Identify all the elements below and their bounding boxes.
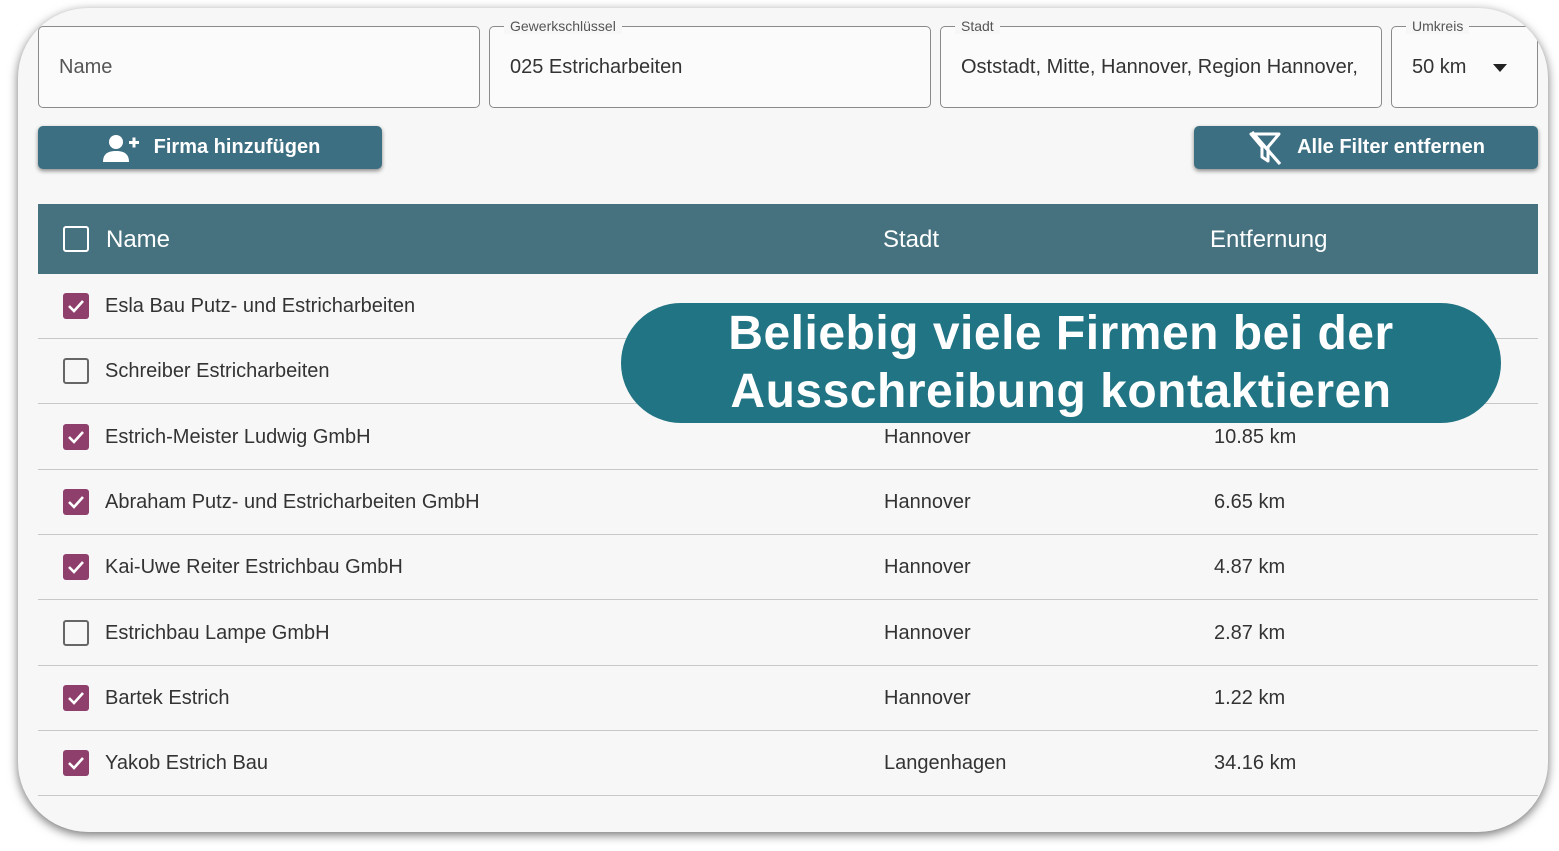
cell-company-name: Estrich-Meister Ludwig GmbH [105, 425, 371, 448]
column-header-name[interactable]: Name [106, 226, 170, 254]
promo-banner: Beliebig viele Firmen bei der Ausschreib… [621, 303, 1501, 423]
check-icon [68, 757, 84, 770]
table-row[interactable]: Yakob Estrich Bau Langenhagen 34.16 km [38, 731, 1538, 797]
city-field[interactable]: Stadt Oststadt, Mitte, Hannover, Region … [940, 18, 1382, 108]
row-checkbox[interactable] [63, 619, 89, 646]
table-row[interactable]: Estrichbau Lampe GmbH Hannover 2.87 km [38, 601, 1538, 666]
column-header-city[interactable]: Stadt [883, 226, 939, 254]
cell-distance: 1.22 km [1214, 686, 1286, 709]
cell-distance: 2.87 km [1214, 621, 1286, 644]
cell-company-name: Schreiber Estricharbeiten [105, 360, 330, 383]
table-row[interactable]: Kai-Uwe Reiter Estrichbau GmbH Hannover 4.… [38, 535, 1538, 601]
row-checkbox[interactable] [63, 750, 89, 777]
row-checkbox[interactable] [63, 488, 89, 515]
add-company-label: Firma hinzufügen [153, 136, 321, 158]
check-icon [68, 561, 84, 575]
trade-key-label: Gewerkschlüssel [504, 18, 622, 34]
name-filter-input[interactable]: Name [38, 26, 480, 108]
trade-key-field[interactable]: Gewerkschlüssel 025 Estricharbeiten [489, 18, 931, 108]
cell-city: Langenhagen [884, 752, 1007, 775]
add-company-button[interactable]: Firma hinzufügen [38, 126, 382, 169]
check-icon [68, 300, 84, 313]
banner-line-1: Beliebig viele Firmen bei der [728, 307, 1394, 360]
table-header: Name Stadt Entfernung [38, 204, 1538, 274]
banner-line-2: Ausschreibung kontaktieren [730, 365, 1392, 418]
cell-company-name: Esla Bau Putz- und Estricharbeiten [105, 295, 416, 317]
cell-city: Hannover [884, 490, 971, 513]
city-value: Oststadt, Mitte, Hannover, Region Hannov… [961, 56, 1358, 78]
radius-select[interactable]: Umkreis 50 km [1391, 18, 1538, 108]
cell-company-name: Kai-Uwe Reiter Estrichbau GmbH [105, 556, 403, 579]
content-area: Name Gewerkschlüssel 025 Estricharbeiten… [18, 8, 1548, 832]
row-checkbox[interactable] [63, 423, 89, 450]
clear-filters-button[interactable]: Alle Filter entfernen [1194, 126, 1538, 169]
person-add-icon [102, 134, 139, 162]
row-checkbox[interactable] [63, 358, 89, 385]
cell-city: Hannover [884, 686, 971, 709]
radius-value: 50 km [1412, 56, 1467, 78]
caret-down-icon[interactable] [1493, 64, 1507, 72]
cell-company-name: Abraham Putz- und Estricharbeiten GmbH [105, 490, 480, 513]
radius-label: Umkreis [1406, 18, 1470, 34]
cell-company-name: Yakob Estrich Bau [105, 752, 269, 775]
row-checkbox[interactable] [63, 293, 89, 319]
select-all-checkbox[interactable] [63, 226, 89, 252]
check-icon [68, 691, 84, 705]
row-checkbox[interactable] [63, 554, 89, 581]
filter-off-icon [1249, 130, 1282, 165]
table-row[interactable]: Bartek Estrich Hannover 1.22 km [38, 666, 1538, 731]
cell-distance: 10.85 km [1214, 425, 1297, 448]
app-window: Name Gewerkschlüssel 025 Estricharbeiten… [18, 8, 1548, 832]
check-icon [68, 496, 84, 509]
cell-company-name: Bartek Estrich [105, 686, 230, 709]
cell-city: Hannover [884, 425, 971, 448]
name-filter-placeholder: Name [59, 56, 113, 78]
row-checkbox[interactable] [63, 684, 89, 711]
cell-distance: 34.16 km [1214, 752, 1297, 775]
column-header-distance[interactable]: Entfernung [1210, 226, 1327, 254]
city-label: Stadt [955, 18, 1000, 34]
check-icon [68, 430, 84, 444]
clear-filters-label: Alle Filter entfernen [1297, 136, 1485, 158]
trade-key-value: 025 Estricharbeiten [510, 56, 683, 78]
cell-company-name: Estrichbau Lampe GmbH [105, 621, 330, 644]
cell-distance: 4.87 km [1214, 556, 1286, 579]
table-row[interactable]: Abraham Putz- und Estricharbeiten GmbH Ha… [38, 470, 1538, 535]
cell-city: Hannover [884, 556, 971, 579]
cell-city: Hannover [884, 621, 971, 644]
cell-distance: 6.65 km [1214, 490, 1286, 513]
